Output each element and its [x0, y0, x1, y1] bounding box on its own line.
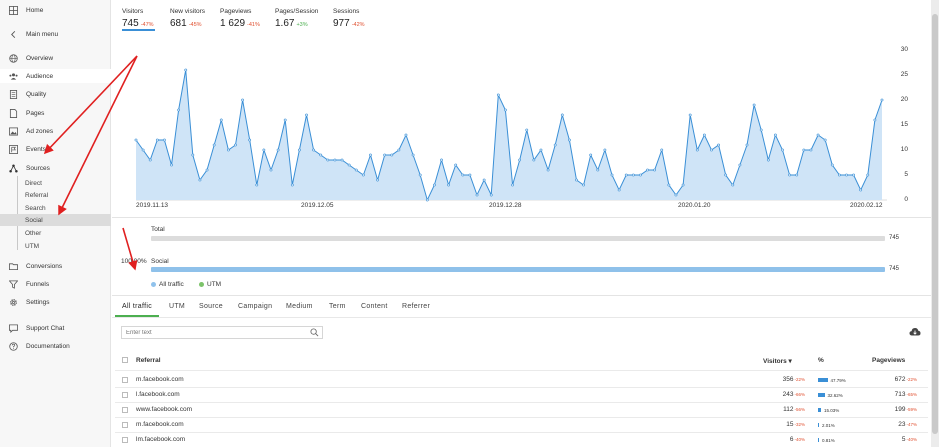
arrow-to-social-bar: [122, 227, 138, 271]
arrow-to-social: [58, 55, 138, 216]
arrow-to-events: [43, 55, 138, 155]
annotation-arrows: [43, 55, 138, 271]
